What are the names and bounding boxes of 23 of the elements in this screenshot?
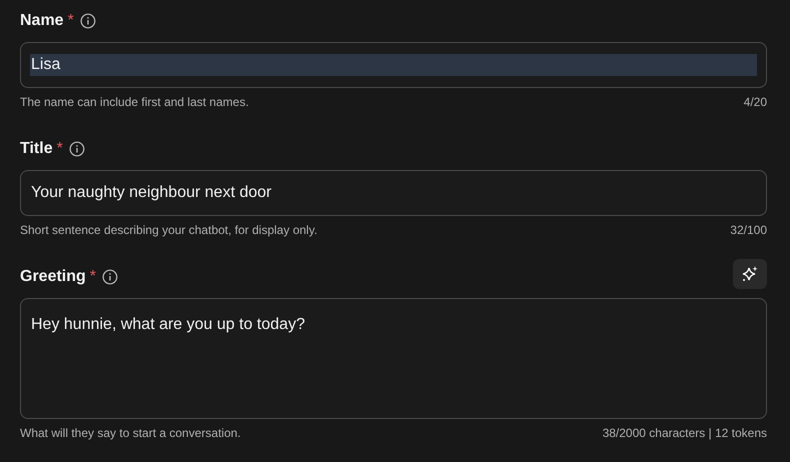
- info-icon[interactable]: [102, 269, 118, 285]
- field-value: Lisa: [30, 54, 757, 76]
- sparkle-icon: [741, 265, 759, 283]
- info-icon[interactable]: [80, 13, 96, 29]
- helper-text: What will they say to start a conversation.: [20, 426, 241, 440]
- info-icon[interactable]: [68, 141, 85, 157]
- character-counter: 32/100: [730, 223, 767, 237]
- field-label: Greeting: [20, 268, 86, 286]
- helper-text: The name can include first and last names.: [20, 95, 249, 109]
- input-field[interactable]: Lisa: [20, 42, 767, 88]
- sparkle-button[interactable]: [733, 259, 767, 289]
- required-mark: *: [68, 12, 74, 30]
- field-label: Title: [20, 140, 53, 158]
- field-label: Name: [20, 12, 64, 30]
- required-mark: *: [90, 268, 96, 286]
- required-mark: *: [56, 140, 63, 158]
- text-area[interactable]: Hey hunnie, what are you up to today?: [20, 298, 767, 419]
- field-value: Your naughty neighbour next door: [30, 183, 272, 203]
- character-counter: 38/2000 characters | 12 tokens: [602, 426, 767, 440]
- helper-text: Short sentence describing your chatbot, for display only.: [20, 223, 318, 237]
- field-value: Hey hunnie, what are you up to today?: [30, 315, 306, 335]
- character-counter: 4/20: [744, 95, 767, 109]
- input-field[interactable]: Your naughty neighbour next door: [20, 170, 767, 216]
